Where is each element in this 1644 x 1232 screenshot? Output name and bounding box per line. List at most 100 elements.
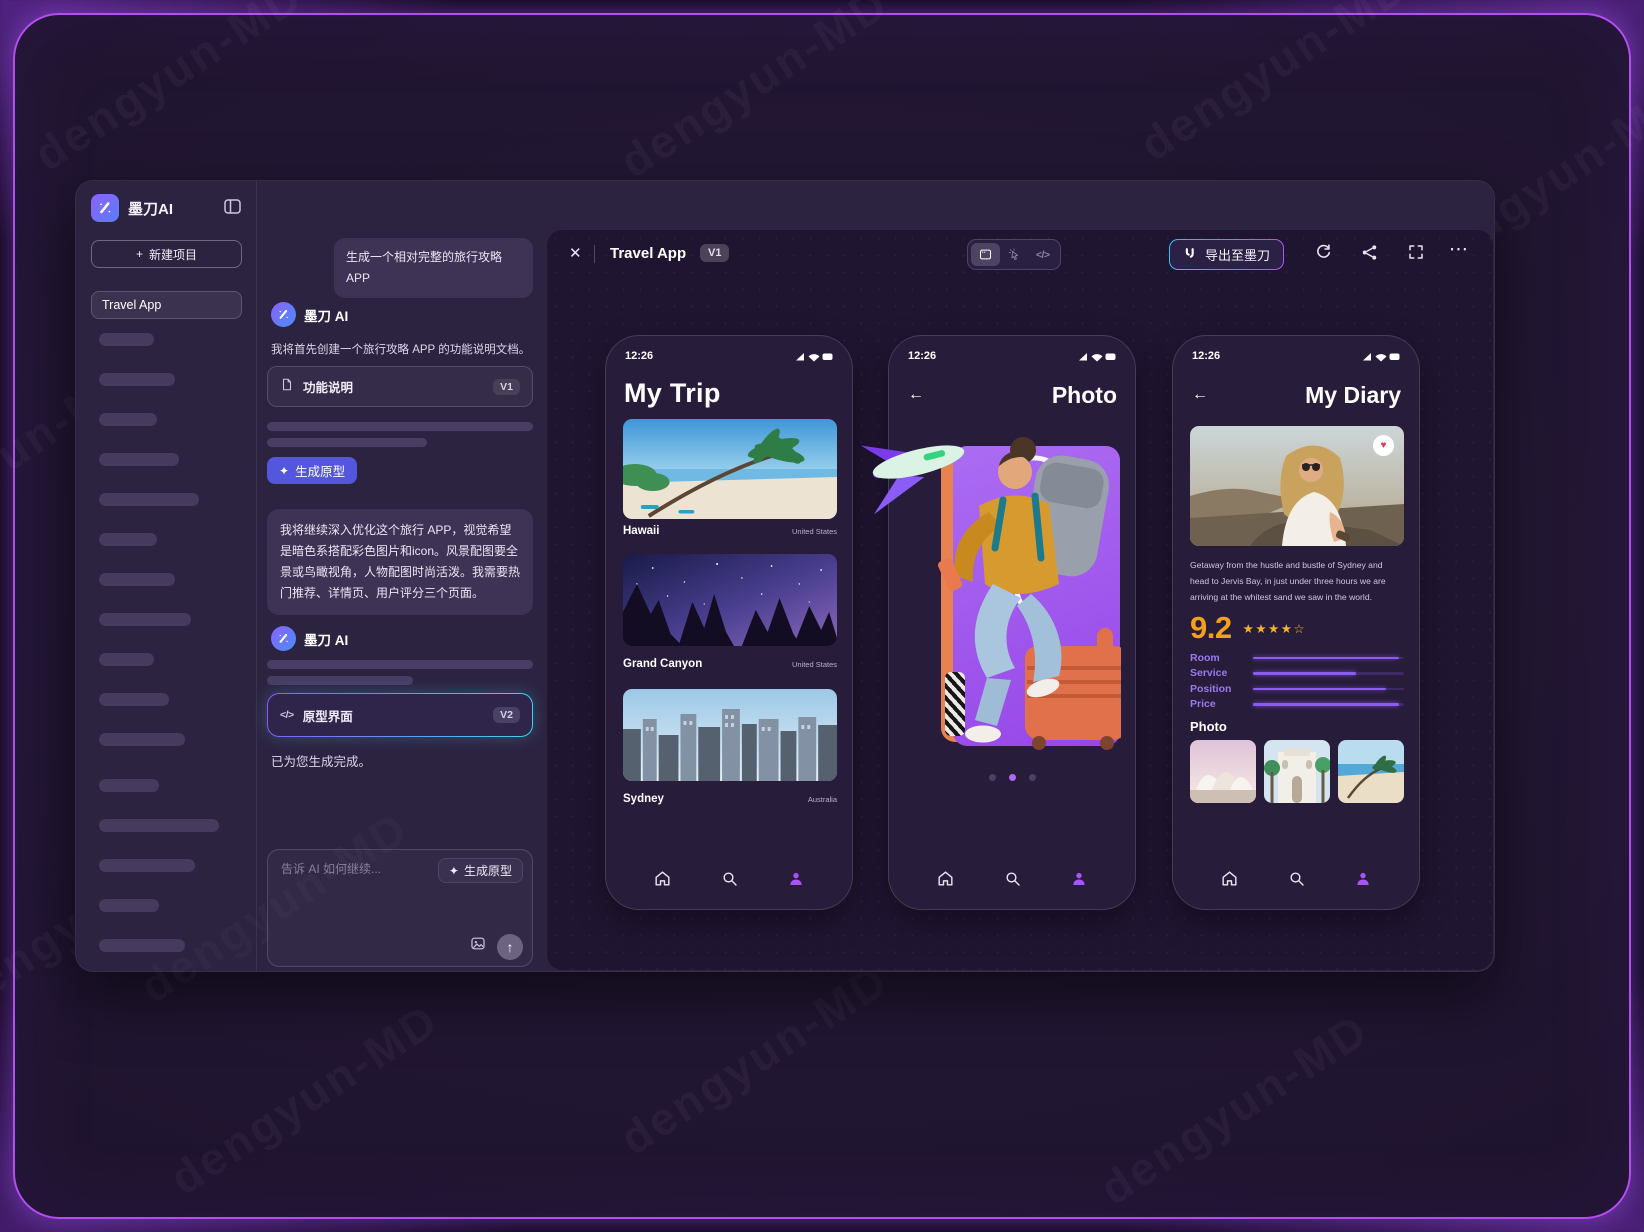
skeleton-bar [99, 939, 185, 952]
skeleton-bar [99, 733, 185, 746]
skeleton-bar [99, 333, 154, 346]
photos-heading: Photo [1190, 719, 1227, 734]
search-icon[interactable] [1004, 870, 1022, 893]
status-icons [795, 351, 833, 362]
skeleton-bar [99, 493, 199, 506]
hawaii-image[interactable] [623, 419, 837, 519]
page-title: My Diary [1305, 382, 1401, 409]
user-message: 生成一个相对完整的旅行攻略 APP [334, 238, 533, 298]
doc-artifact-card[interactable]: 功能说明 V1 [267, 366, 533, 407]
sydney-image[interactable] [623, 689, 837, 781]
input-generate-prototype-button[interactable]: ✦ 生成原型 [438, 858, 523, 883]
ai-name: 墨刀 AI [304, 305, 348, 325]
new-project-label: 新建项目 [149, 246, 197, 263]
rating-stars: ★★★★☆ [1243, 621, 1307, 636]
export-to-mockingbot-button[interactable]: 导出至墨刀 [1169, 239, 1284, 270]
status-bar: 12:26 [1192, 350, 1400, 362]
skeleton-bar [99, 899, 159, 912]
proto-card-label: 原型界面 [303, 706, 353, 725]
diary-photo[interactable]: ♥ [1190, 426, 1404, 546]
skeleton-bar [267, 438, 427, 447]
search-icon[interactable] [721, 870, 739, 893]
sidebar: 墨刀AI + 新建项目 Travel App [76, 181, 257, 971]
home-icon[interactable] [653, 869, 672, 893]
zebra-pattern [945, 672, 965, 736]
skeleton-bar [267, 422, 533, 431]
generate-prototype-button[interactable]: ✦ 生成原型 [267, 457, 357, 484]
prototype-artifact-card[interactable]: </> 原型界面 V2 [267, 693, 533, 737]
heart-icon: ♥ [1381, 440, 1387, 451]
page-title: My Trip [624, 378, 721, 409]
status-time: 12:26 [625, 350, 653, 362]
status-icons [1362, 351, 1400, 362]
mockingbot-logo-icon [91, 194, 119, 222]
rating: 9.2 ★★★★☆ [1190, 610, 1306, 646]
photo-card[interactable] [953, 446, 1120, 746]
app-logo: 墨刀AI [91, 194, 173, 222]
dot[interactable] [989, 774, 996, 781]
metric-row: Position [1190, 681, 1404, 697]
phone-mockup-my-diary: 12:26 ← My Diary [1172, 335, 1420, 910]
search-icon[interactable] [1288, 870, 1306, 893]
rating-score: 9.2 [1190, 610, 1232, 646]
profile-icon[interactable] [1070, 870, 1088, 893]
skeleton-bar [99, 693, 169, 706]
thumbnail-building[interactable] [1264, 740, 1330, 803]
favorite-button[interactable]: ♥ [1373, 435, 1394, 456]
share-icon[interactable] [1360, 243, 1379, 267]
interact-mode-button[interactable] [1000, 243, 1029, 266]
canvas-version-badge: V1 [700, 244, 729, 262]
sidebar-item-travel-app[interactable]: Travel App [91, 291, 242, 319]
chat-input-box: ✦ 生成原型 ↑ [267, 849, 533, 967]
send-button[interactable]: ↑ [497, 934, 523, 960]
more-icon[interactable]: ⋯ [1449, 238, 1469, 261]
thumbnail-opera-house[interactable] [1190, 740, 1256, 803]
dot-active[interactable] [1009, 774, 1016, 781]
skeleton-bar [99, 779, 159, 792]
bottom-nav [1190, 869, 1402, 893]
home-icon[interactable] [936, 869, 955, 893]
mockingbot-glyph-icon [1183, 246, 1197, 263]
carousel-dots[interactable] [889, 774, 1135, 781]
profile-icon[interactable] [787, 870, 805, 893]
skeleton-bar [99, 413, 157, 426]
profile-icon[interactable] [1354, 870, 1372, 893]
status-time: 12:26 [1192, 350, 1220, 362]
view-mode-switcher: </> [967, 239, 1061, 270]
thumbnail-beach[interactable] [1338, 740, 1404, 803]
back-arrow-icon[interactable]: ← [908, 386, 924, 404]
close-icon[interactable]: ✕ [569, 244, 582, 262]
refresh-icon[interactable] [1314, 243, 1333, 267]
skeleton-bar [99, 573, 175, 586]
code-mode-button[interactable]: </> [1028, 243, 1057, 266]
skeleton-bar [99, 859, 195, 872]
rating-metrics: Room Service Position Price [1190, 650, 1404, 712]
chat-input[interactable] [281, 862, 436, 876]
skeleton-bar [99, 613, 191, 626]
ai-name: 墨刀 AI [304, 629, 348, 649]
app-window: 墨刀AI + 新建项目 Travel App 生成一个相对完整的旅行攻略 AP [75, 180, 1495, 972]
project-name: Travel App [102, 298, 161, 312]
bottom-nav [906, 869, 1118, 893]
grand-canyon-image[interactable] [623, 554, 837, 646]
skeleton-bar [99, 453, 179, 466]
bottom-nav [623, 869, 835, 893]
collapse-sidebar-icon[interactable] [224, 199, 241, 219]
fullscreen-icon[interactable] [1407, 243, 1425, 266]
back-arrow-icon[interactable]: ← [1192, 386, 1208, 404]
ai-avatar [271, 302, 296, 327]
status-time: 12:26 [908, 350, 936, 362]
preview-mode-button[interactable] [971, 243, 1000, 266]
metric-row: Service [1190, 666, 1404, 682]
new-project-button[interactable]: + 新建项目 [91, 240, 242, 268]
home-icon[interactable] [1220, 869, 1239, 893]
dot[interactable] [1029, 774, 1036, 781]
attach-image-icon[interactable] [469, 935, 487, 957]
ai-done-text: 已为您生成完成。 [271, 751, 371, 770]
metric-row: Price [1190, 697, 1404, 713]
skeleton-bar [267, 660, 533, 669]
ai-message-text: 我将首先创建一个旅行攻略 APP 的功能说明文档。 [271, 341, 530, 357]
status-bar: 12:26 [625, 350, 833, 362]
sparkle-icon: ✦ [449, 864, 459, 878]
metric-row: Room [1190, 650, 1404, 666]
